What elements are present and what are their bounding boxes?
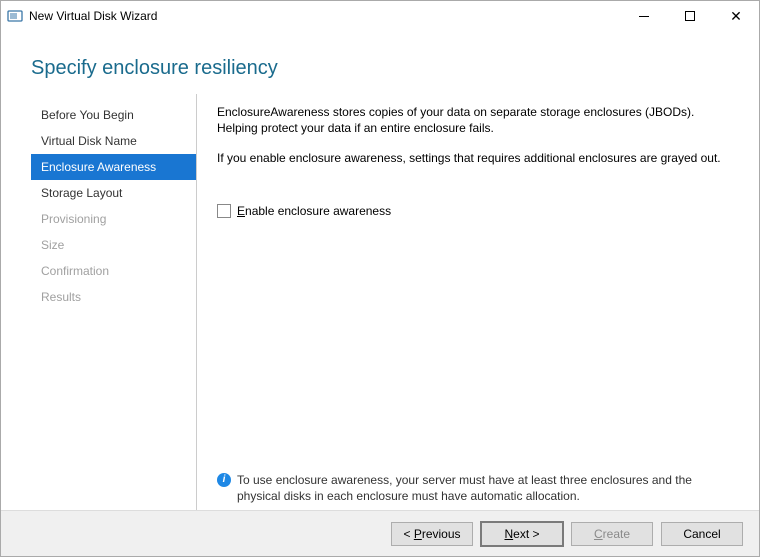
sidebar-item-results: Results <box>31 284 196 310</box>
wizard-body: Before You Begin Virtual Disk Name Enclo… <box>1 94 759 510</box>
info-icon: i <box>217 473 231 487</box>
minimize-button[interactable] <box>621 1 667 31</box>
wizard-window: New Virtual Disk Wizard ✕ Specify enclos… <box>0 0 760 557</box>
cancel-button[interactable]: Cancel <box>661 522 743 546</box>
titlebar-left: New Virtual Disk Wizard <box>7 8 157 24</box>
maximize-button[interactable] <box>667 1 713 31</box>
checkbox-icon <box>217 204 231 218</box>
sidebar-item-enclosure-awareness[interactable]: Enclosure Awareness <box>31 154 196 180</box>
description-paragraph-2: If you enable enclosure awareness, setti… <box>217 150 729 166</box>
content-pane: EnclosureAwareness stores copies of your… <box>197 94 729 510</box>
window-title: New Virtual Disk Wizard <box>29 9 157 23</box>
close-button[interactable]: ✕ <box>713 1 759 31</box>
step-list: Before You Begin Virtual Disk Name Enclo… <box>31 94 197 510</box>
titlebar: New Virtual Disk Wizard ✕ <box>1 1 759 31</box>
wizard-footer: < Previous Next > Create Cancel <box>1 510 759 556</box>
titlebar-controls: ✕ <box>621 1 759 31</box>
sidebar-item-provisioning: Provisioning <box>31 206 196 232</box>
sidebar-item-storage-layout[interactable]: Storage Layout <box>31 180 196 206</box>
create-button: Create <box>571 522 653 546</box>
description-paragraph-1: EnclosureAwareness stores copies of your… <box>217 104 729 136</box>
maximize-icon <box>685 11 695 21</box>
sidebar-item-confirmation: Confirmation <box>31 258 196 284</box>
minimize-icon <box>639 16 649 17</box>
app-icon <box>7 8 23 24</box>
info-note: i To use enclosure awareness, your serve… <box>217 472 729 504</box>
previous-button[interactable]: < Previous <box>391 522 473 546</box>
page-title: Specify enclosure resiliency <box>31 57 759 80</box>
next-button[interactable]: Next > <box>481 522 563 546</box>
info-text: To use enclosure awareness, your server … <box>237 472 729 504</box>
enable-enclosure-awareness-checkbox[interactable]: Enable enclosure awareness <box>217 204 729 218</box>
sidebar-item-before-you-begin[interactable]: Before You Begin <box>31 102 196 128</box>
sidebar-item-size: Size <box>31 232 196 258</box>
sidebar-item-virtual-disk-name[interactable]: Virtual Disk Name <box>31 128 196 154</box>
wizard-header: Specify enclosure resiliency <box>1 31 759 94</box>
checkbox-label: Enable enclosure awareness <box>237 204 391 218</box>
close-icon: ✕ <box>730 9 742 23</box>
